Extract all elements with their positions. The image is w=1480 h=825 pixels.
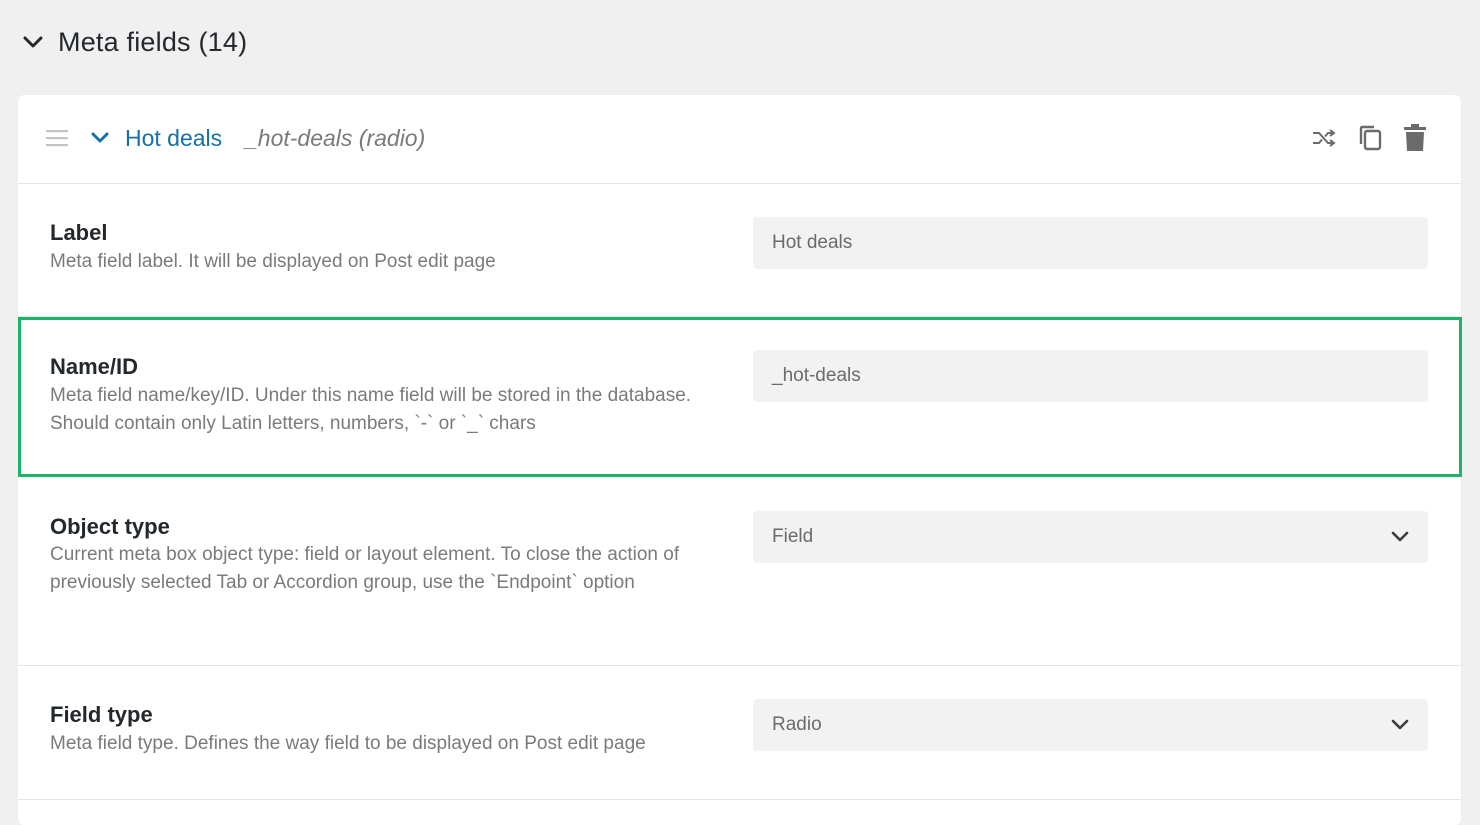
object-type-row: Object type Current meta box object type… xyxy=(18,477,1461,666)
chevron-down-icon xyxy=(1391,719,1409,730)
name-id-row-description: Meta field name/key/ID. Under this name … xyxy=(50,385,692,434)
name-id-input-value: _hot-deals xyxy=(772,365,861,386)
label-input-value: Hot deals xyxy=(772,232,853,253)
field-actions xyxy=(1311,124,1427,152)
name-id-input[interactable]: _hot-deals xyxy=(753,350,1428,402)
label-input[interactable]: Hot deals xyxy=(753,217,1428,269)
field-type-row-description: Meta field type. Defines the way field t… xyxy=(50,733,646,754)
section-title: Meta fields (14) xyxy=(58,26,248,57)
object-type-select-value: Field xyxy=(772,526,814,547)
field-type-select[interactable]: Radio xyxy=(753,699,1428,751)
field-meta-name: _hot-deals (radio) xyxy=(245,125,426,151)
label-row: Label Meta field label. It will be displ… xyxy=(18,184,1461,317)
meta-field-card: Hot deals _hot-deals (radio) Label Meta … xyxy=(18,95,1461,825)
object-type-select[interactable]: Field xyxy=(753,511,1428,563)
field-collapse-icon[interactable] xyxy=(90,131,110,145)
field-label-link[interactable]: Hot deals xyxy=(125,125,222,152)
name-id-row-title: Name/ID xyxy=(50,354,139,379)
trash-icon[interactable] xyxy=(1403,124,1427,152)
name-id-row: Name/ID Meta field name/key/ID. Under th… xyxy=(18,317,1461,477)
label-row-title: Label xyxy=(50,220,108,245)
chevron-down-icon xyxy=(23,36,43,48)
field-type-row: Field type Meta field type. Defines the … xyxy=(18,666,1461,800)
chevron-down-icon xyxy=(1391,531,1409,542)
field-type-select-value: Radio xyxy=(772,714,822,735)
drag-handle-icon[interactable] xyxy=(46,129,68,147)
meta-fields-section-header[interactable]: Meta fields (14) xyxy=(22,22,247,62)
field-type-row-title: Field type xyxy=(50,702,153,727)
object-type-row-title: Object type xyxy=(50,514,170,539)
object-type-row-description: Current meta box object type: field or l… xyxy=(50,544,680,593)
label-row-description: Meta field label. It will be displayed o… xyxy=(50,251,496,272)
field-card-header: Hot deals _hot-deals (radio) xyxy=(18,95,1461,184)
copy-icon[interactable] xyxy=(1357,124,1383,152)
shuffle-icon[interactable] xyxy=(1311,127,1337,149)
